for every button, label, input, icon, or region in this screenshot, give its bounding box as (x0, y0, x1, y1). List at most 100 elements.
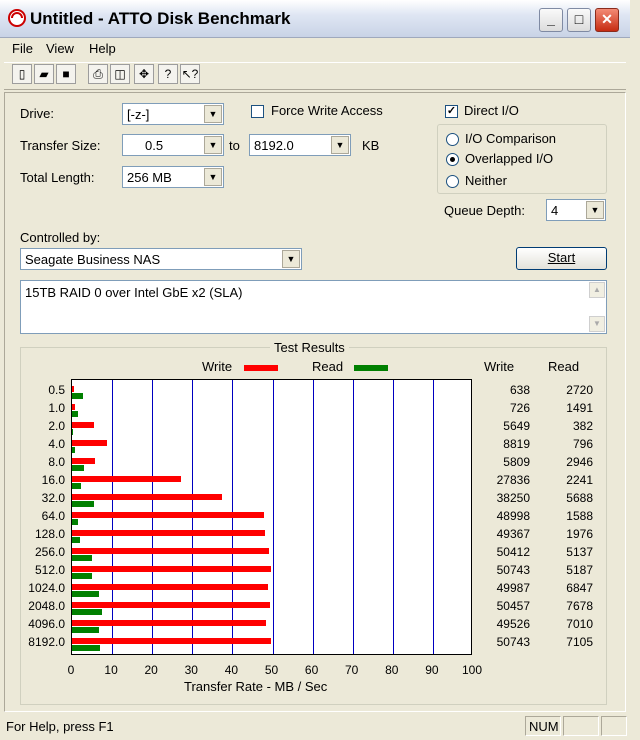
close-icon: ✕ (601, 11, 613, 27)
io-comparison-radio[interactable] (446, 133, 459, 146)
write-bar (72, 458, 95, 464)
category-label: 8192.0 (28, 635, 65, 649)
move-icon[interactable]: ✥ (134, 64, 154, 84)
transfer-size-to-select[interactable]: 8192.0 ▼ (249, 134, 351, 156)
atto-app-icon (8, 9, 26, 27)
write-bar (72, 530, 266, 536)
transfer-size-from-select[interactable]: 0.5 ▼ (122, 134, 224, 156)
scroll-lock-indicator (563, 716, 599, 736)
minimize-button[interactable]: _ (539, 8, 563, 32)
to-label: to (229, 138, 240, 153)
open-folder-icon[interactable]: ▰ (34, 64, 54, 84)
controlled-by-select[interactable]: Seagate Business NAS ▼ (20, 248, 302, 270)
context-help-icon[interactable]: ↖? (180, 64, 200, 84)
x-tick-label: 60 (304, 663, 319, 677)
legend-read-swatch (354, 365, 388, 371)
chevron-down-icon[interactable]: ▼ (204, 105, 222, 123)
overlapped-io-radio[interactable] (446, 153, 459, 166)
total-length-select[interactable]: 256 MB ▼ (122, 166, 224, 188)
queue-depth-select[interactable]: 4 ▼ (546, 199, 606, 221)
new-file-icon[interactable]: ▯ (12, 64, 32, 84)
grid-line (432, 380, 434, 654)
write-bar (72, 602, 270, 608)
size-grip[interactable] (601, 716, 627, 736)
category-label: 256.0 (34, 545, 65, 559)
read-bar (72, 519, 79, 525)
status-bar: For Help, press F1 NUM (0, 714, 630, 738)
chevron-down-icon[interactable]: ▼ (331, 136, 349, 154)
neither-label: Neither (465, 173, 507, 188)
write-value: 49526 (496, 617, 530, 631)
menu-file[interactable]: File (12, 41, 33, 56)
write-value: 5809 (503, 455, 530, 469)
x-tick-label: 100 (461, 663, 483, 677)
write-value: 638 (509, 383, 530, 397)
chevron-down-icon[interactable]: ▼ (204, 168, 222, 186)
neither-radio[interactable] (446, 175, 459, 188)
read-value: 2720 (566, 383, 593, 397)
x-tick-label: 90 (425, 663, 439, 677)
force-write-checkbox[interactable] (251, 105, 264, 118)
write-bar (72, 386, 75, 392)
start-button[interactable]: Start (516, 247, 607, 270)
chevron-down-icon[interactable]: ▼ (586, 201, 604, 219)
category-label: 0.5 (48, 383, 65, 397)
write-bar (72, 548, 270, 554)
scroll-down-icon[interactable]: ▼ (589, 316, 605, 332)
x-tick-label: 40 (224, 663, 239, 677)
about-icon[interactable]: ? (158, 64, 178, 84)
read-bar (72, 537, 80, 543)
drive-label: Drive: (20, 106, 54, 121)
x-tick-label: 20 (144, 663, 158, 677)
status-help-text: For Help, press F1 (6, 719, 114, 734)
drive-select[interactable]: [-z-] ▼ (122, 103, 224, 125)
save-icon[interactable]: ■ (56, 64, 76, 84)
read-value: 1491 (566, 401, 593, 415)
write-value: 49987 (496, 581, 530, 595)
read-value: 5137 (566, 545, 593, 559)
read-bar (72, 411, 78, 417)
direct-io-checkbox[interactable]: ✓ (445, 105, 458, 118)
description-textarea[interactable]: 15TB RAID 0 over Intel GbE x2 (SLA) ▲ ▼ (20, 280, 607, 334)
read-bar (72, 483, 81, 489)
category-label: 1.0 (48, 401, 65, 415)
close-button[interactable]: ✕ (595, 8, 619, 32)
overlapped-io-label: Overlapped I/O (465, 151, 554, 166)
read-bar (72, 609, 103, 615)
total-length-label: Total Length: (20, 170, 95, 185)
chevron-down-icon[interactable]: ▼ (204, 136, 222, 154)
write-value: 38250 (496, 491, 530, 505)
write-bar (72, 440, 107, 446)
write-value: 5649 (503, 419, 530, 433)
write-value: 49367 (496, 527, 530, 541)
scroll-up-icon[interactable]: ▲ (589, 282, 605, 298)
force-write-label: Force Write Access (271, 103, 383, 118)
read-bar (72, 591, 99, 597)
transfer-size-label: Transfer Size: (20, 138, 101, 153)
write-value: 50743 (496, 563, 530, 577)
menu-view[interactable]: View (46, 41, 74, 56)
x-tick-label: 80 (385, 663, 399, 677)
total-length-value: 256 MB (127, 170, 172, 185)
maximize-icon: □ (574, 11, 584, 27)
queue-depth-value: 4 (551, 203, 559, 218)
maximize-button[interactable]: □ (567, 8, 591, 32)
read-bar (72, 447, 76, 453)
read-value: 382 (572, 419, 593, 433)
start-button-label: Start (547, 250, 576, 265)
read-bar (72, 645, 100, 651)
print-preview-icon[interactable]: ◫ (110, 64, 130, 84)
chevron-down-icon[interactable]: ▼ (282, 250, 300, 268)
write-bar (72, 404, 75, 410)
io-comparison-label: I/O Comparison (465, 131, 557, 146)
write-bar (72, 584, 268, 590)
read-bar (72, 393, 83, 399)
grid-line (352, 380, 354, 654)
category-label: 64.0 (41, 509, 65, 523)
controlled-by-label: Controlled by: (20, 230, 101, 245)
write-value: 27836 (496, 473, 530, 487)
menu-help[interactable]: Help (89, 41, 116, 56)
print-icon[interactable]: ⎙ (88, 64, 108, 84)
x-tick-label: 0 (67, 663, 75, 677)
write-bar (72, 422, 95, 428)
